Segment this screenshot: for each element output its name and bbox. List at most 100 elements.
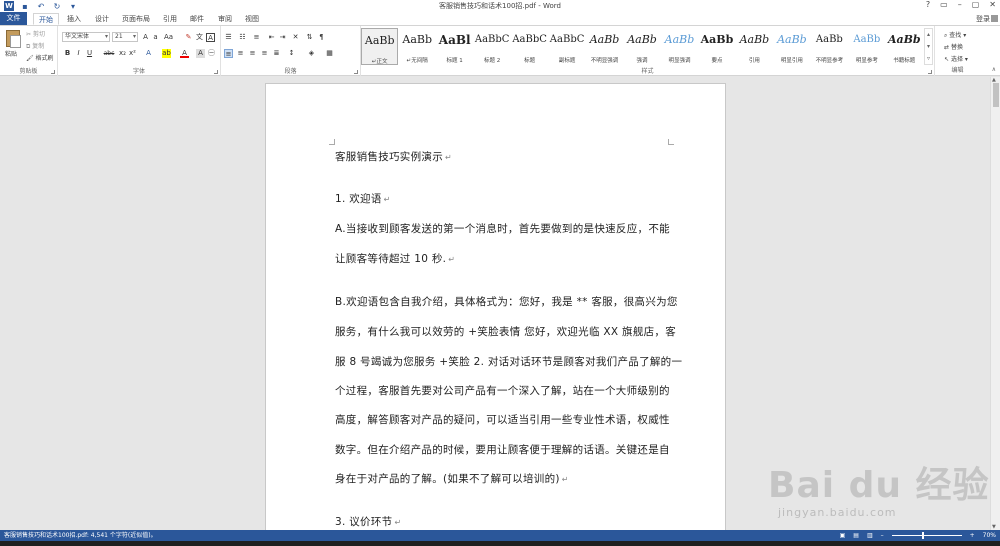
copy-button[interactable]: ⧉ 复制 [26,41,44,51]
decrease-indent-icon[interactable]: ⇤ [267,33,276,42]
scroll-thumb[interactable] [993,83,999,107]
document-line[interactable]: 客服销售技巧实例演示 ↵ [335,149,452,164]
superscript-button[interactable]: x² [128,49,137,58]
tab-view[interactable]: 视图 [245,13,259,25]
clipboard-group: 粘贴 ✂ 剪切 ⧉ 复制 🖌 格式刷 剪贴板 [0,26,58,76]
document-line[interactable]: 高度，解答顾客对产品的疑问，可以适当引用一些专业性术语，权威性 [335,412,670,427]
show-marks-icon[interactable]: ¶ [317,33,326,42]
cursor-icon: ↖ [944,56,950,63]
paste-icon[interactable] [6,30,21,48]
phonetic-guide-icon[interactable]: 文 [195,33,204,42]
font-name-select[interactable]: 华文宋体 [62,32,110,42]
tab-file[interactable]: 文件 [0,12,27,25]
print-layout-icon[interactable]: ▤ [853,530,859,541]
document-line[interactable]: 数字。但在介绍产品的时候，要用让顾客便于理解的话语。关键还是自 [335,442,670,457]
document-line-text: 3. 议价环节 [335,516,393,528]
align-right-icon[interactable]: ≡ [248,49,257,58]
font-color-icon[interactable]: A [180,49,189,58]
align-left-icon[interactable]: ≡ [224,49,233,58]
zoom-in-icon[interactable]: + [970,530,975,541]
styles-launcher-icon[interactable] [928,70,932,74]
tab-home[interactable]: 开始 [33,13,59,25]
brush-icon: 🖌 [26,55,34,62]
justify-icon[interactable]: ≡ [260,49,269,58]
cut-button[interactable]: ✂ 剪切 [26,29,45,38]
text-effects-icon[interactable]: A [144,49,153,58]
status-bar: 客服销售技巧和话术100招.pdf: 4,541 个字符(近似值)。 ▣ ▤ ▥… [0,530,1000,541]
grow-font-icon[interactable]: A [141,33,150,42]
find-button[interactable]: ⌕ 查找 ▾ [944,30,966,40]
login-link[interactable]: 登录 [976,14,990,24]
subscript-button[interactable]: x₂ [118,49,127,58]
document-line[interactable]: 1. 欢迎语 ↵ [335,191,391,206]
shrink-font-icon[interactable]: a [151,33,160,42]
document-line-text: 数字。但在介绍产品的时候，要用让顾客便于理解的话语。关键还是自 [335,444,670,456]
document-line-text: 让顾客等待超过 10 秒. [335,253,447,265]
shading-icon[interactable]: ◈ [307,49,316,58]
italic-button[interactable]: I [74,49,83,58]
document-line-text: B.欢迎语包含自我介绍，具体格式为：您好，我是 ** 客服，很高兴为您 [335,296,678,308]
distributed-icon[interactable]: ≣ [272,49,281,58]
ribbon: 粘贴 ✂ 剪切 ⧉ 复制 🖌 格式刷 剪贴板 华文宋体 21 A a Aa ✎ … [0,25,1000,76]
increase-indent-icon[interactable]: ⇥ [278,33,287,42]
ribbon-display-button[interactable]: ▭ [940,0,948,9]
word-count-status[interactable]: 客服销售技巧和话术100招.pdf: 4,541 个字符(近似值)。 [4,530,157,541]
bold-button[interactable]: B [63,49,72,58]
enclose-char-icon[interactable]: ㊀ [207,49,216,58]
help-button[interactable]: ? [926,0,930,9]
multilevel-list-icon[interactable]: ≡ [252,33,261,42]
document-line-text: A.当接收到顾客发送的第一个消息时，首先要做到的是快速反应，不能 [335,223,670,235]
read-mode-icon[interactable]: ▣ [840,530,846,541]
document-line[interactable]: 服 8 号竭诚为您服务 +笑脸 2. 对话对话环节是顾客对我们产品了解的一 [335,354,682,369]
highlight-icon[interactable]: ab [162,49,171,58]
paragraph-launcher-icon[interactable] [354,70,358,74]
tab-insert[interactable]: 插入 [67,13,81,25]
char-shading-icon[interactable]: A [196,49,205,58]
change-case-icon[interactable]: Aa [164,33,173,42]
tab-review[interactable]: 审阅 [218,13,232,25]
bullets-icon[interactable]: ☰ [224,33,233,42]
margin-corner-top-left [329,139,335,145]
sort-icon[interactable]: ⇅ [305,33,314,42]
format-painter-button[interactable]: 🖌 格式刷 [26,53,54,62]
clipboard-group-label: 剪贴板 [19,68,38,75]
paragraph-mark: ↵ [394,518,402,527]
font-launcher-icon[interactable] [214,70,218,74]
strikethrough-button[interactable]: abc [102,49,116,58]
line-spacing-icon[interactable]: ↕ [287,49,296,58]
char-border-icon[interactable]: A [206,33,215,42]
zoom-slider[interactable] [891,532,962,539]
document-line[interactable]: 服务，有什么我可以效劳的 +笑脸表情 您好，欢迎光临 XX 旗舰店，客 [335,324,676,339]
document-page[interactable]: 客服销售技巧实例演示 ↵ 1. 欢迎语 ↵ A.当接收到顾客发送的第一个消息时，首先要做… [265,83,726,530]
select-button[interactable]: ↖ 选择 ▾ [944,54,968,63]
tab-design[interactable]: 设计 [95,13,109,25]
document-line[interactable]: A.当接收到顾客发送的第一个消息时，首先要做到的是快速反应，不能 [335,221,670,236]
account-icon[interactable] [991,15,998,22]
web-layout-icon[interactable]: ▥ [867,530,873,541]
replace-button[interactable]: ⇄ 替换 [944,42,963,51]
document-line[interactable]: B.欢迎语包含自我介绍，具体格式为：您好，我是 ** 客服，很高兴为您 [335,294,678,309]
paste-button[interactable]: 粘贴 [5,49,17,58]
document-line[interactable]: 让顾客等待超过 10 秒. ↵ [335,251,455,266]
font-size-select[interactable]: 21 [112,32,138,42]
tab-references[interactable]: 引用 [163,13,177,25]
tab-mailings[interactable]: 邮件 [190,13,204,25]
document-line[interactable]: 3. 议价环节 ↵ [335,514,401,529]
maximize-button[interactable]: ▢ [972,0,980,9]
collapse-ribbon-icon[interactable]: ∧ [992,66,996,73]
tab-page-layout[interactable]: 页面布局 [122,13,150,25]
borders-icon[interactable]: ▦ [325,49,334,58]
zoom-out-icon[interactable]: – [881,530,884,541]
underline-button[interactable]: U [85,49,94,58]
document-line-text: 个过程，客服首先要对公司产品有一个深入了解，站在一个大师级别的 [335,385,670,397]
document-line[interactable]: 身在于对产品的了解。(如果不了解可以培训的) ↵ [335,471,569,486]
minimize-button[interactable]: – [958,0,962,9]
zoom-level[interactable]: 70% [983,530,996,541]
document-line[interactable]: 个过程，客服首先要对公司产品有一个深入了解，站在一个大师级别的 [335,383,670,398]
clear-format-icon[interactable]: ✎ [184,33,193,42]
align-center-icon[interactable]: ≡ [236,49,245,58]
clipboard-launcher-icon[interactable] [51,70,55,74]
close-button[interactable]: ✕ [989,0,996,9]
numbering-icon[interactable]: ☷ [238,33,247,42]
chinese-layout-icon[interactable]: ✕ [291,33,300,42]
